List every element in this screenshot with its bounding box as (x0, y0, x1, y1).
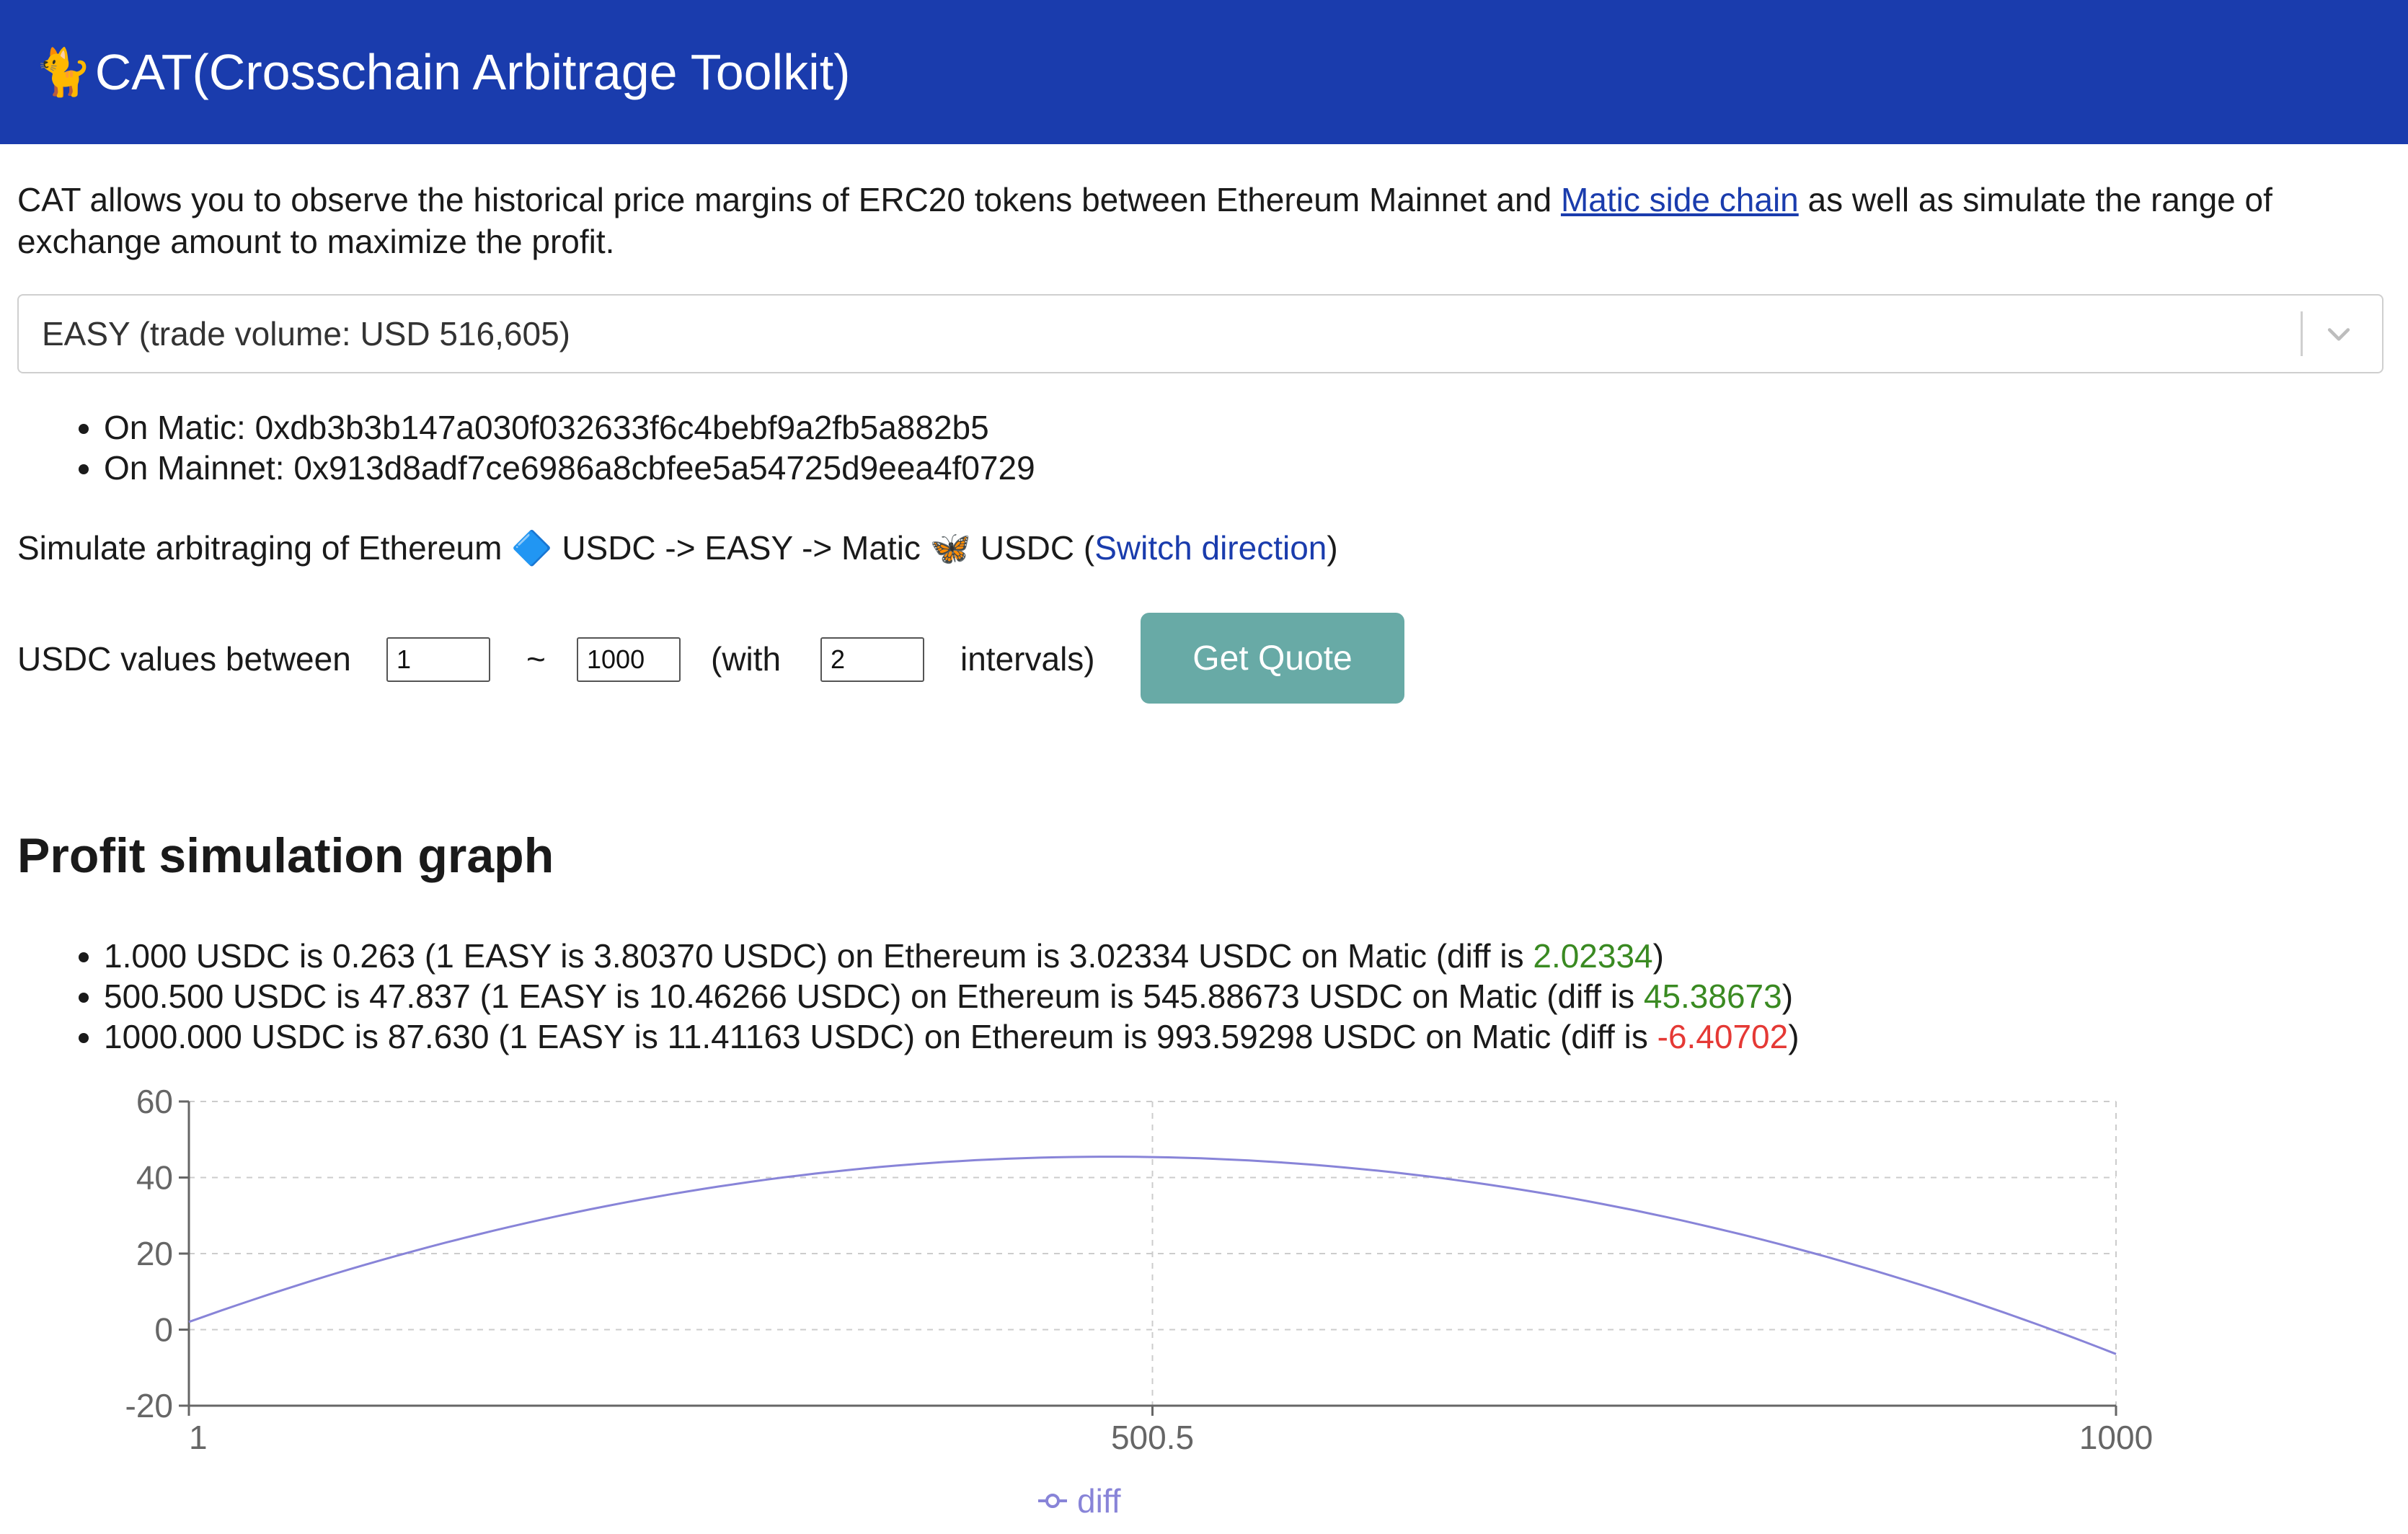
simulate-middle: USDC -> EASY -> Matic (562, 529, 921, 567)
y-tick-label: 20 (136, 1235, 173, 1272)
min-value-input[interactable] (386, 637, 490, 682)
ethereum-diamond-icon: 🔷 (511, 529, 553, 567)
switch-direction-link[interactable]: Switch direction (1094, 529, 1327, 567)
simulate-suffix: USDC ( (980, 529, 1095, 567)
token-select-value: EASY (trade volume: USD 516,605) (42, 315, 570, 353)
values-between-label: USDC values between (17, 640, 351, 678)
matic-side-chain-link[interactable]: Matic side chain (1561, 181, 1799, 218)
result-diff: -6.40702 (1657, 1018, 1789, 1055)
x-tick-label: 500.5 (1111, 1419, 1194, 1456)
legend-marker-icon (1045, 1494, 1060, 1508)
result-end: ) (1781, 977, 1794, 1015)
simulate-prefix: Simulate arbitraging of Ethereum (17, 529, 503, 567)
chevron-down-icon[interactable] (2317, 312, 2360, 355)
legend-label: diff (1077, 1482, 1121, 1520)
result-text: 1000.000 USDC is 87.630 (1 EASY is 11.41… (104, 1018, 1657, 1055)
token-address-list: On Matic: 0xdb3b3b147a030f032633f6c4bebf… (17, 407, 1035, 488)
select-separator (2301, 311, 2303, 356)
result-item: 1.000 USDC is 0.263 (1 EASY is 3.80370 U… (104, 936, 1800, 976)
mainnet-address: On Mainnet: 0x913d8adf7ce6986a8cbfee5a54… (104, 448, 1035, 488)
app-title: 🐈 CAT(Crosschain Arbitrage Toolkit) (35, 43, 850, 101)
result-text: 500.500 USDC is 47.837 (1 EASY is 10.462… (104, 977, 1644, 1015)
result-text: 1.000 USDC is 0.263 (1 EASY is 3.80370 U… (104, 937, 1533, 975)
tilde-label: ~ (526, 640, 546, 678)
simulate-description: Simulate arbitraging of Ethereum 🔷 USDC … (17, 528, 1338, 568)
result-diff: 2.02334 (1533, 937, 1653, 975)
result-end: ) (1788, 1018, 1800, 1055)
matic-address: On Matic: 0xdb3b3b147a030f032633f6c4bebf… (104, 407, 1035, 448)
result-item: 1000.000 USDC is 87.630 (1 EASY is 11.41… (104, 1016, 1800, 1057)
result-end: ) (1652, 937, 1664, 975)
token-select[interactable]: EASY (trade volume: USD 516,605) (17, 294, 2383, 373)
app-title-text: CAT(Crosschain Arbitrage Toolkit) (94, 44, 851, 100)
cat-icon: 🐈 (35, 45, 92, 98)
intro-text: CAT allows you to observe the historical… (17, 179, 2353, 262)
simulate-close: ) (1327, 529, 1338, 567)
intervals-input[interactable] (820, 637, 924, 682)
x-tick-label: 1000 (2079, 1419, 2153, 1456)
quote-controls: USDC values between ~ (with intervals) G… (17, 613, 2180, 704)
y-tick-label: 60 (136, 1083, 173, 1120)
result-item: 500.500 USDC is 47.837 (1 EASY is 10.462… (104, 976, 1800, 1016)
results-list: 1.000 USDC is 0.263 (1 EASY is 3.80370 U… (17, 936, 1800, 1057)
intervals-label: intervals) (960, 640, 1095, 678)
result-diff: 45.38673 (1643, 977, 1782, 1015)
y-tick-label: 40 (136, 1159, 173, 1197)
profit-chart: -20 0 20 40 60 1 500.5 1000 diff (125, 1083, 2154, 1520)
graph-title: Profit simulation graph (17, 828, 554, 883)
x-tick-label: 1 (189, 1419, 208, 1456)
matic-butterfly-icon: 🦋 (929, 529, 971, 567)
y-tick-label: -20 (125, 1387, 173, 1424)
y-tick-label: 0 (154, 1311, 173, 1349)
app-header: 🐈 CAT(Crosschain Arbitrage Toolkit) (0, 0, 2408, 144)
intro-before: CAT allows you to observe the historical… (17, 181, 1561, 218)
get-quote-button[interactable]: Get Quote (1141, 613, 1404, 704)
with-label: (with (711, 640, 782, 678)
max-value-input[interactable] (577, 637, 681, 682)
